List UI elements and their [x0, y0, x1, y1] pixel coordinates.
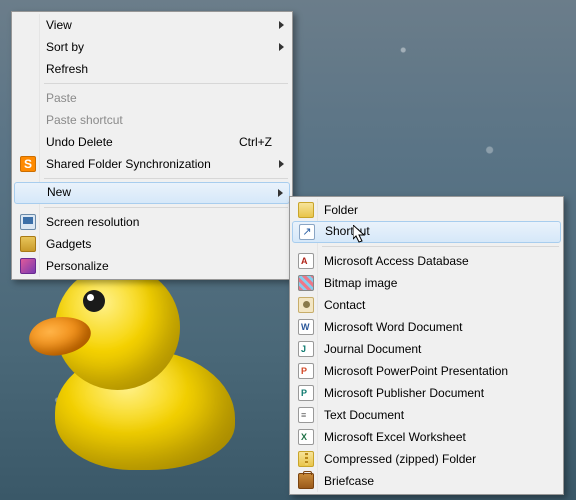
menu-item-label: Contact: [324, 298, 543, 312]
desktop-context-menu: View Sort by Refresh Paste Paste shortcu…: [11, 11, 293, 280]
menu-separator: [44, 207, 288, 208]
submenu-item-powerpoint[interactable]: P Microsoft PowerPoint Presentation: [292, 360, 561, 382]
personalize-icon: [20, 258, 36, 274]
menu-item-label: Compressed (zipped) Folder: [324, 452, 543, 466]
menu-item-label: Paste: [46, 91, 272, 105]
submenu-item-zip[interactable]: Compressed (zipped) Folder: [292, 448, 561, 470]
submenu-arrow-icon: [278, 189, 283, 197]
submenu-item-text[interactable]: ≡ Text Document: [292, 404, 561, 426]
menu-item-gadgets[interactable]: Gadgets: [14, 233, 290, 255]
zip-folder-icon: [298, 451, 314, 467]
menu-item-new[interactable]: New: [14, 182, 290, 204]
menu-item-label: Microsoft Publisher Document: [324, 386, 543, 400]
gadgets-icon: [20, 236, 36, 252]
submenu-item-folder[interactable]: Folder: [292, 199, 561, 221]
menu-item-refresh[interactable]: Refresh: [14, 58, 290, 80]
menu-item-shortcut: Ctrl+Z: [239, 135, 272, 149]
menu-item-label: Screen resolution: [46, 215, 272, 229]
menu-item-label: Microsoft PowerPoint Presentation: [324, 364, 543, 378]
menu-item-label: Undo Delete: [46, 135, 227, 149]
submenu-item-publisher[interactable]: P Microsoft Publisher Document: [292, 382, 561, 404]
menu-item-label: Briefcase: [324, 474, 543, 488]
new-submenu: Folder Shortcut A Microsoft Access Datab…: [289, 196, 564, 495]
menu-item-label: Shortcut: [325, 224, 542, 238]
menu-item-label: Gadgets: [46, 237, 272, 251]
menu-item-label: Personalize: [46, 259, 272, 273]
menu-item-personalize[interactable]: Personalize: [14, 255, 290, 277]
menu-separator: [44, 83, 288, 84]
submenu-item-access[interactable]: A Microsoft Access Database: [292, 250, 561, 272]
shortcut-icon: [299, 224, 315, 240]
menu-item-shared-folder-sync[interactable]: S Shared Folder Synchronization: [14, 153, 290, 175]
menu-item-label: Sort by: [46, 40, 272, 54]
publisher-icon: P: [298, 385, 314, 401]
menu-item-label: Journal Document: [324, 342, 543, 356]
menu-separator: [44, 178, 288, 179]
menu-separator: [322, 246, 559, 247]
menu-item-label: Paste shortcut: [46, 113, 272, 127]
menu-item-label: Folder: [324, 203, 543, 217]
contact-icon: [298, 297, 314, 313]
menu-item-label: New: [47, 185, 271, 199]
submenu-item-briefcase[interactable]: Briefcase: [292, 470, 561, 492]
submenu-item-word[interactable]: W Microsoft Word Document: [292, 316, 561, 338]
menu-item-label: Microsoft Excel Worksheet: [324, 430, 543, 444]
submenu-item-contact[interactable]: Contact: [292, 294, 561, 316]
bitmap-icon: [298, 275, 314, 291]
menu-item-label: Text Document: [324, 408, 543, 422]
word-icon: W: [298, 319, 314, 335]
monitor-icon: [20, 214, 36, 230]
menu-item-label: View: [46, 18, 272, 32]
submenu-arrow-icon: [279, 43, 284, 51]
submenu-item-journal[interactable]: J Journal Document: [292, 338, 561, 360]
submenu-item-bitmap[interactable]: Bitmap image: [292, 272, 561, 294]
menu-item-label: Bitmap image: [324, 276, 543, 290]
menu-item-paste-shortcut: Paste shortcut: [14, 109, 290, 131]
menu-item-screen-resolution[interactable]: Screen resolution: [14, 211, 290, 233]
menu-item-label: Refresh: [46, 62, 272, 76]
menu-item-sort-by[interactable]: Sort by: [14, 36, 290, 58]
powerpoint-icon: P: [298, 363, 314, 379]
submenu-arrow-icon: [279, 160, 284, 168]
menu-item-label: Microsoft Access Database: [324, 254, 543, 268]
briefcase-icon: [298, 473, 314, 489]
menu-item-label: Microsoft Word Document: [324, 320, 543, 334]
rubber-duck-image: [25, 260, 255, 470]
submenu-item-shortcut[interactable]: Shortcut: [292, 221, 561, 243]
folder-icon: [298, 202, 314, 218]
access-icon: A: [298, 253, 314, 269]
menu-item-paste: Paste: [14, 87, 290, 109]
text-file-icon: ≡: [298, 407, 314, 423]
menu-item-undo-delete[interactable]: Undo Delete Ctrl+Z: [14, 131, 290, 153]
sync-icon: S: [20, 156, 36, 172]
submenu-arrow-icon: [279, 21, 284, 29]
submenu-item-excel[interactable]: X Microsoft Excel Worksheet: [292, 426, 561, 448]
journal-icon: J: [298, 341, 314, 357]
excel-icon: X: [298, 429, 314, 445]
menu-item-view[interactable]: View: [14, 14, 290, 36]
menu-item-label: Shared Folder Synchronization: [46, 157, 272, 171]
